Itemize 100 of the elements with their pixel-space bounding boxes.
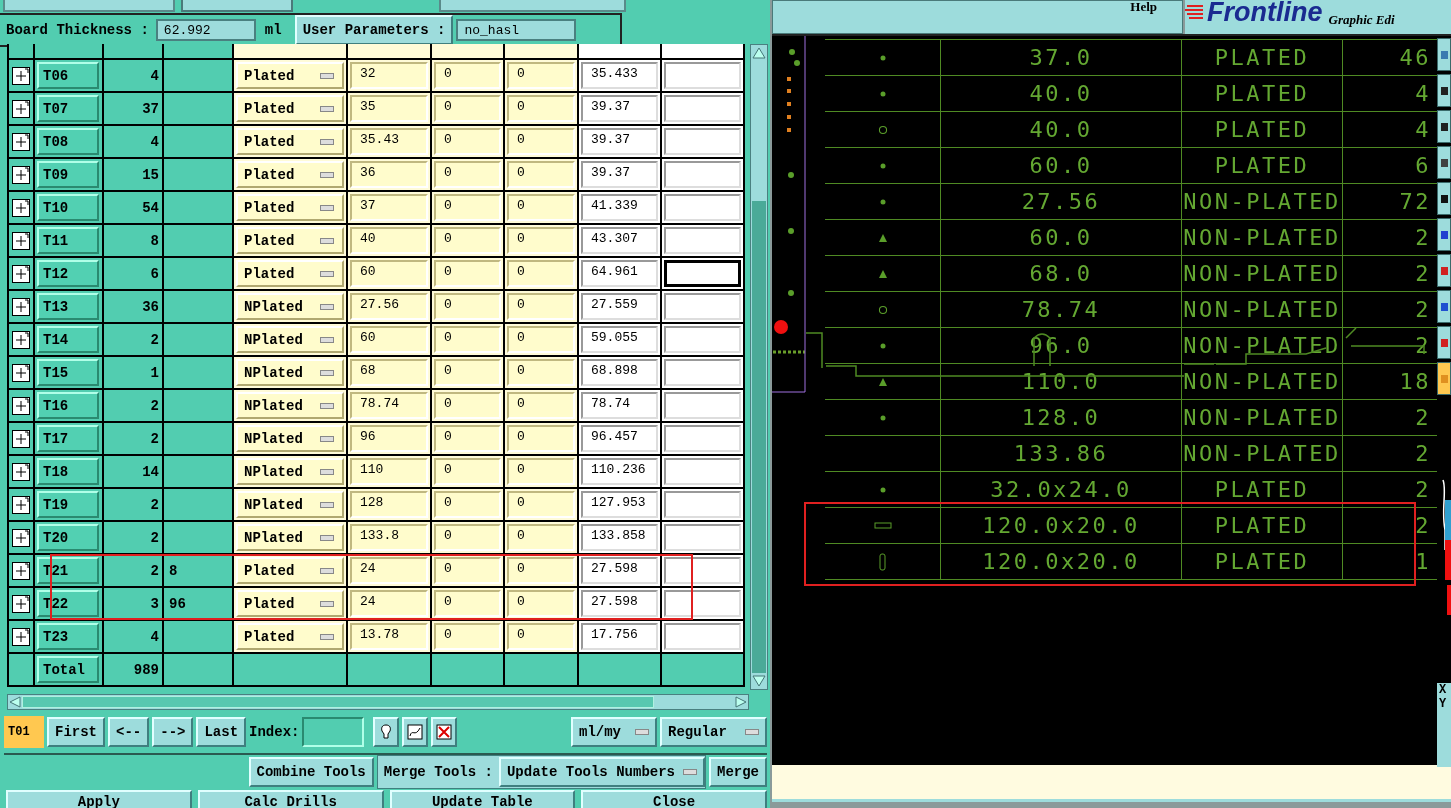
value-field[interactable]: 27.598 — [581, 557, 658, 584]
value-field[interactable] — [664, 128, 741, 155]
value-field[interactable]: 68 — [350, 359, 428, 386]
value-field[interactable] — [664, 293, 741, 320]
type-dropdown[interactable]: Plated — [236, 161, 344, 188]
value-field[interactable]: 35 — [350, 95, 428, 122]
type-dropdown[interactable]: NPlated — [236, 359, 344, 386]
value-field[interactable]: 0 — [507, 194, 575, 221]
type-dropdown[interactable]: Plated — [236, 95, 344, 122]
value-field[interactable]: 36 — [350, 161, 428, 188]
type-dropdown[interactable]: Plated — [236, 260, 344, 287]
expand-icon[interactable] — [12, 66, 30, 85]
thickness-field[interactable]: 62.992 — [155, 19, 256, 41]
dropdown-button[interactable] — [439, 0, 626, 12]
value-field[interactable]: 0 — [507, 458, 575, 485]
type-dropdown[interactable]: Plated — [236, 62, 344, 89]
expand-icon[interactable] — [12, 165, 30, 184]
expand-icon[interactable] — [12, 528, 30, 547]
action-button[interactable]: Update Table — [389, 790, 576, 808]
value-field[interactable]: 0 — [434, 392, 501, 419]
value-field[interactable]: 60 — [350, 260, 428, 287]
nav-button[interactable]: <-- — [108, 717, 150, 747]
expand-icon[interactable] — [12, 99, 30, 118]
value-field[interactable]: 13.78 — [350, 623, 428, 650]
expand-icon[interactable] — [12, 429, 30, 448]
value-field[interactable]: 133.858 — [581, 524, 658, 551]
index-field[interactable] — [302, 717, 365, 747]
value-field[interactable]: 41.339 — [581, 194, 658, 221]
value-field[interactable]: 128 — [350, 491, 428, 518]
merge-dropdown[interactable]: Update Tools Numbers — [498, 757, 705, 787]
value-field[interactable] — [664, 326, 741, 353]
value-field[interactable]: 37 — [350, 194, 428, 221]
expand-icon[interactable] — [12, 594, 30, 613]
horizontal-scrollbar[interactable] — [7, 694, 749, 710]
expand-icon[interactable] — [12, 561, 30, 580]
value-field[interactable]: 0 — [434, 293, 501, 320]
type-dropdown[interactable]: NPlated — [236, 524, 344, 551]
value-field[interactable]: 39.37 — [581, 161, 658, 188]
value-field[interactable]: 0 — [507, 95, 575, 122]
tool-button[interactable]: T11 — [37, 227, 99, 254]
value-field[interactable] — [664, 425, 741, 452]
value-field[interactable] — [664, 557, 741, 584]
value-field[interactable]: 39.37 — [581, 128, 658, 155]
tool-button[interactable]: T09 — [37, 161, 99, 188]
value-field[interactable] — [664, 458, 741, 485]
tool-button[interactable]: T12 — [37, 260, 99, 287]
tool-button[interactable]: T08 — [37, 128, 99, 155]
value-field[interactable]: 110 — [350, 458, 428, 485]
expand-icon[interactable] — [12, 363, 30, 382]
value-field[interactable] — [664, 260, 741, 287]
value-field[interactable]: 59.055 — [581, 326, 658, 353]
value-field[interactable]: 78.74 — [350, 392, 428, 419]
toolbar-button[interactable] — [1437, 146, 1451, 179]
toolbar-button[interactable] — [1437, 110, 1451, 143]
value-field[interactable]: 0 — [507, 293, 575, 320]
value-field[interactable]: 0 — [434, 491, 501, 518]
type-dropdown[interactable]: NPlated — [236, 425, 344, 452]
tool-button[interactable]: T07 — [37, 95, 99, 122]
tool-button[interactable]: T13 — [37, 293, 99, 320]
value-field[interactable] — [664, 95, 741, 122]
parameters-field[interactable]: no_hasl — [456, 19, 577, 41]
expand-icon[interactable] — [12, 462, 30, 481]
tool-button[interactable]: T20 — [37, 524, 99, 551]
expand-icon[interactable] — [12, 627, 30, 646]
nav-button[interactable]: Last — [196, 717, 247, 747]
tool-button[interactable]: T06 — [37, 62, 99, 89]
value-field[interactable]: 0 — [434, 161, 501, 188]
vertical-scrollbar[interactable] — [750, 44, 768, 690]
value-field[interactable]: 0 — [507, 524, 575, 551]
value-field[interactable]: 24 — [350, 590, 428, 617]
value-field[interactable]: 127.953 — [581, 491, 658, 518]
value-field[interactable]: 0 — [507, 623, 575, 650]
value-field[interactable] — [664, 491, 741, 518]
tool-button[interactable]: T17 — [37, 425, 99, 452]
expand-icon[interactable] — [12, 495, 30, 514]
value-field[interactable]: 0 — [507, 590, 575, 617]
value-field[interactable]: 0 — [434, 62, 501, 89]
value-field[interactable]: 0 — [507, 260, 575, 287]
value-field[interactable]: 0 — [434, 260, 501, 287]
toolbar-button[interactable] — [1437, 74, 1451, 107]
type-dropdown[interactable]: Plated — [236, 227, 344, 254]
value-field[interactable]: 27.559 — [581, 293, 658, 320]
value-field[interactable]: 35.43 — [350, 128, 428, 155]
scroll-right-icon[interactable] — [734, 695, 748, 709]
value-field[interactable]: 0 — [434, 458, 501, 485]
value-field[interactable]: 96 — [350, 425, 428, 452]
scroll-up-icon[interactable] — [751, 45, 767, 61]
value-field[interactable]: 78.74 — [581, 392, 658, 419]
tool-button[interactable]: T14 — [37, 326, 99, 353]
value-field[interactable]: 0 — [434, 128, 501, 155]
merge-button[interactable]: Merge — [709, 757, 767, 787]
value-field[interactable]: 0 — [434, 95, 501, 122]
type-dropdown[interactable]: NPlated — [236, 392, 344, 419]
value-field[interactable]: 24 — [350, 557, 428, 584]
user-parameters-button[interactable]: User Parameters : — [294, 15, 454, 45]
value-field[interactable] — [664, 590, 741, 617]
value-field[interactable]: 133.8 — [350, 524, 428, 551]
value-field[interactable]: 17.756 — [581, 623, 658, 650]
graphic-canvas[interactable] — [772, 36, 1451, 765]
action-button[interactable]: Close — [581, 790, 767, 808]
